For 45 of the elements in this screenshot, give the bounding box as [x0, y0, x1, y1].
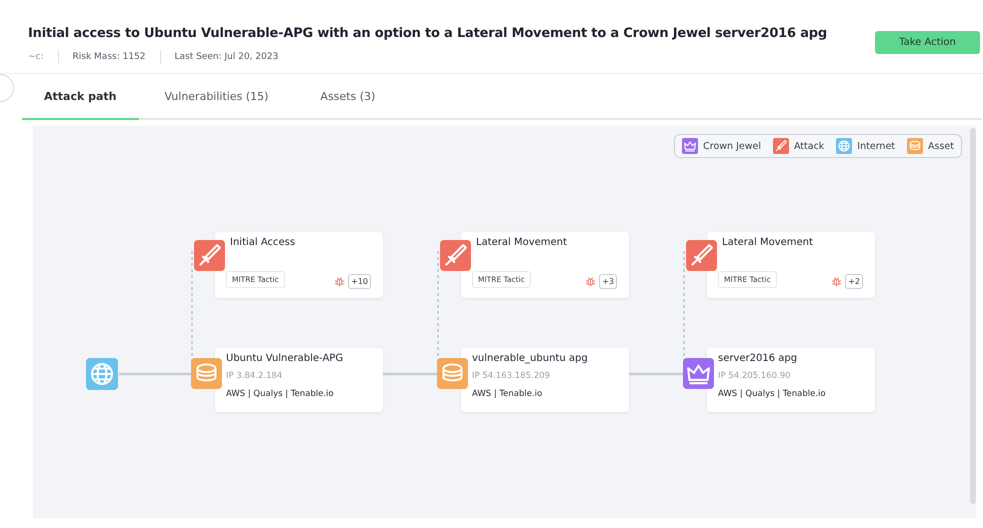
- meta-text: Last Seen: Jul 20, 2023: [160, 50, 292, 64]
- asset-card[interactable]: server2016 apg IP 54.205.160.90 AWS | Qualys | Tenable.io: [707, 348, 875, 412]
- ip-address: IP 3.84.2.184: [226, 371, 284, 381]
- crown-icon: [682, 138, 698, 154]
- legend-label: Asset: [928, 140, 954, 152]
- asset-name: Ubuntu Vulnerable-APG: [226, 353, 344, 364]
- sword-icon: [772, 138, 789, 154]
- vulnerability-count: +10: [348, 274, 371, 289]
- asset-name: server2016 apg: [718, 353, 798, 364]
- tab[interactable]: Assets (3): [294, 74, 402, 120]
- bug-icon: [334, 276, 346, 287]
- asset-sources: AWS | Qualys | Tenable.io: [718, 389, 827, 399]
- tab[interactable]: Vulnerabilities (15): [138, 74, 294, 120]
- legend-label: Crown Jewel: [703, 140, 761, 152]
- tab[interactable]: Attack path: [22, 74, 139, 120]
- sword-icon: [440, 240, 471, 271]
- bug-icon: [585, 276, 596, 287]
- page-title: Initial access to Ubuntu Vulnerable-APG with an option to a Lateral Movement to a Crown Jewel server2016 apg: [28, 26, 827, 41]
- tactic-title: Lateral Movement: [476, 237, 568, 248]
- ip-address: IP 54.205.160.90: [718, 371, 792, 381]
- tactic-title: Lateral Movement: [722, 237, 814, 248]
- bug-icon: [831, 276, 842, 287]
- layers-icon: [191, 358, 222, 389]
- asset-card[interactable]: vulnerable_ubuntu apg IP 54.163.185.209 AWS | Tenable.io: [461, 348, 629, 412]
- asset-sources: AWS | Qualys | Tenable.io: [226, 389, 335, 399]
- asset-sources: AWS | Tenable.io: [472, 389, 544, 399]
- vulnerability-count: +2: [845, 274, 863, 289]
- scrollbar[interactable]: [970, 128, 976, 504]
- asset-card[interactable]: Ubuntu Vulnerable-APG IP 3.84.2.184 AWS | Qualys | Tenable.io: [215, 348, 383, 412]
- crown-icon: [683, 358, 714, 389]
- vulnerability-count: +3: [599, 274, 617, 289]
- asset-name: vulnerable_ubuntu apg: [472, 353, 589, 364]
- tactic-title: Initial Access: [230, 237, 296, 248]
- sword-icon: [194, 240, 225, 271]
- sword-icon: [686, 240, 717, 271]
- globe-icon: [86, 358, 118, 390]
- layers-icon: [437, 358, 468, 389]
- take-action-button[interactable]: Take Action: [875, 31, 980, 54]
- meta-text: Risk Mass: 1152: [58, 50, 160, 64]
- legend-label: Internet: [857, 140, 896, 152]
- layers-icon: [907, 138, 924, 154]
- ip-address: IP 54.163.185.209: [472, 371, 551, 381]
- globe-icon: [836, 138, 852, 154]
- legend-label: Attack: [794, 140, 824, 152]
- meta-text: ~c:: [28, 51, 45, 64]
